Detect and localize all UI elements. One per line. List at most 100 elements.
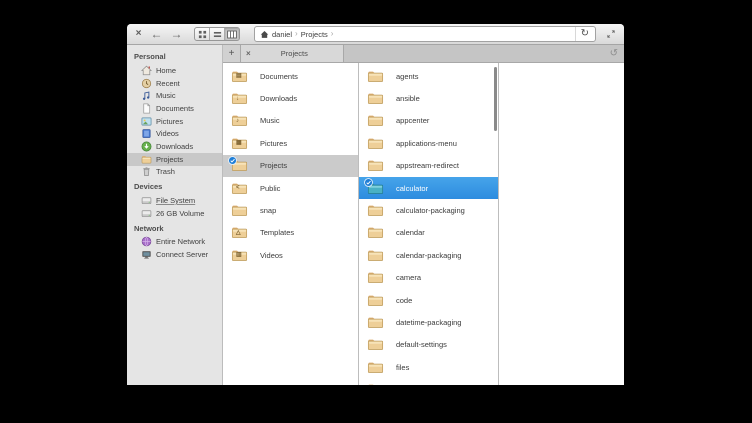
file-row-applications-menu[interactable]: applications-menu bbox=[359, 132, 498, 154]
breadcrumb[interactable]: daniel›Projects› ↻ bbox=[254, 26, 596, 42]
sidebar-item-label: File System bbox=[156, 196, 195, 205]
file-row-calendar-packaging[interactable]: calendar-packaging bbox=[359, 244, 498, 266]
file-row-pictures[interactable]: ▦Pictures bbox=[223, 132, 358, 154]
back-button[interactable]: ← bbox=[148, 28, 165, 40]
folder-icon: ♪ bbox=[231, 114, 248, 127]
file-row-camera[interactable]: camera bbox=[359, 267, 498, 289]
sidebar-item-recent[interactable]: Recent bbox=[127, 77, 222, 90]
file-name: agents bbox=[396, 72, 419, 81]
folder-icon bbox=[367, 338, 384, 351]
file-row-datetime-packaging[interactable]: datetime-packaging bbox=[359, 311, 498, 333]
expand-window-button[interactable] bbox=[603, 29, 619, 39]
folder-icon bbox=[367, 361, 384, 374]
window-close-button[interactable]: × bbox=[132, 29, 145, 39]
column-view-button[interactable] bbox=[225, 28, 239, 40]
server-icon bbox=[140, 249, 152, 260]
file-row-music[interactable]: ♪ Music bbox=[223, 110, 358, 132]
file-row-default-settings[interactable]: default-settings bbox=[359, 334, 498, 356]
recent-icon bbox=[140, 78, 152, 89]
sidebar-item-26-gb-volume[interactable]: 26 GB Volume bbox=[127, 207, 222, 220]
pictures-icon bbox=[140, 116, 152, 127]
file-manager-window: × ← → daniel›Projects› ↻ PersonalHomeRec… bbox=[127, 24, 624, 385]
file-name: calculator bbox=[396, 184, 428, 193]
file-name: calendar-packaging bbox=[396, 251, 461, 260]
sidebar-item-entire-network[interactable]: Entire Network bbox=[127, 236, 222, 249]
breadcrumb-crumbs: daniel›Projects› bbox=[260, 30, 333, 39]
folder-icon bbox=[367, 294, 384, 307]
document-icon bbox=[140, 103, 152, 114]
list-view-button[interactable] bbox=[210, 28, 225, 40]
desktop: { "toolbar": { "close_label": "×", "view… bbox=[0, 0, 752, 423]
grid-view-button[interactable] bbox=[195, 28, 210, 40]
empty-column bbox=[499, 63, 624, 385]
file-row-downloads[interactable]: ↓ Downloads bbox=[223, 87, 358, 109]
file-row-gala[interactable]: gala bbox=[359, 378, 498, 385]
file-row-public[interactable]: <Public bbox=[223, 177, 358, 199]
file-row-code[interactable]: code bbox=[359, 289, 498, 311]
folder-icon bbox=[367, 383, 384, 385]
breadcrumb-item-daniel[interactable]: daniel bbox=[260, 30, 292, 39]
file-name: Music bbox=[260, 116, 280, 125]
video-emblem-icon: ▥ bbox=[236, 252, 242, 258]
music-emblem-icon: ♪ bbox=[236, 118, 239, 124]
sidebar-item-connect-server[interactable]: Connect Server bbox=[127, 248, 222, 261]
sidebar-item-downloads[interactable]: Downloads bbox=[127, 140, 222, 153]
file-row-appstream-redirect[interactable]: appstream-redirect bbox=[359, 155, 498, 177]
forward-button[interactable]: → bbox=[168, 28, 185, 40]
videos-icon bbox=[140, 128, 152, 139]
selected-check-emblem bbox=[228, 156, 237, 165]
sidebar-item-music[interactable]: Music bbox=[127, 89, 222, 102]
list-view-icon bbox=[213, 30, 222, 39]
file-row-projects[interactable]: Projects bbox=[223, 155, 358, 177]
chevron-right-icon: › bbox=[331, 30, 334, 38]
file-row-videos[interactable]: ▥Videos bbox=[223, 244, 358, 266]
home-column: ▤Documents ↓ Downloads ♪ Music ▦PicturesProje… bbox=[223, 63, 359, 385]
file-row-templates[interactable]: △Templates bbox=[223, 222, 358, 244]
scrollbar[interactable] bbox=[494, 67, 497, 131]
file-name: Downloads bbox=[260, 94, 297, 103]
sidebar-item-documents[interactable]: Documents bbox=[127, 102, 222, 115]
file-row-agents[interactable]: agents bbox=[359, 65, 498, 87]
file-name: files bbox=[396, 363, 409, 372]
sidebar-item-projects[interactable]: Projects bbox=[127, 153, 222, 166]
tab-bar: + × Projects ↺ bbox=[223, 45, 624, 63]
folder-icon: ↓ bbox=[231, 92, 248, 105]
sidebar-item-label: Downloads bbox=[156, 142, 193, 151]
file-row-files[interactable]: files bbox=[359, 356, 498, 378]
file-row-appcenter[interactable]: appcenter bbox=[359, 110, 498, 132]
sidebar-item-videos[interactable]: Videos bbox=[127, 127, 222, 140]
sidebar-item-file-system[interactable]: File System bbox=[127, 194, 222, 207]
sidebar-item-home[interactable]: Home bbox=[127, 64, 222, 77]
sidebar-item-label: Entire Network bbox=[156, 237, 205, 246]
folder-icon bbox=[367, 70, 384, 83]
file-row-documents[interactable]: ▤Documents bbox=[223, 65, 358, 87]
file-row-calendar[interactable]: calendar bbox=[359, 222, 498, 244]
refresh-button[interactable]: ↻ bbox=[575, 27, 594, 41]
trash-icon bbox=[140, 166, 152, 177]
file-row-calculator-packaging[interactable]: calculator-packaging bbox=[359, 199, 498, 221]
file-row-calculator[interactable]: calculator bbox=[359, 177, 498, 199]
file-name: Public bbox=[260, 184, 280, 193]
sidebar-item-pictures[interactable]: Pictures bbox=[127, 115, 222, 128]
folder-icon: ▥ bbox=[231, 249, 248, 262]
folder-icon bbox=[367, 92, 384, 105]
download-emblem-icon: ↓ bbox=[236, 96, 239, 102]
breadcrumb-item-projects[interactable]: Projects bbox=[301, 30, 328, 39]
file-row-snap[interactable]: snap bbox=[223, 199, 358, 221]
restore-tabs-icon[interactable]: ↺ bbox=[610, 45, 624, 62]
downloads-icon bbox=[140, 141, 152, 152]
folder-icon bbox=[140, 154, 152, 165]
new-tab-button[interactable]: + bbox=[223, 45, 241, 62]
folder-icon: ▦ bbox=[231, 137, 248, 150]
sidebar-item-trash[interactable]: Trash bbox=[127, 166, 222, 179]
sidebar-section-personal: Personal bbox=[127, 48, 222, 64]
drive-icon bbox=[140, 208, 152, 219]
folder-icon bbox=[231, 204, 248, 217]
miller-columns: ▤Documents ↓ Downloads ♪ Music ▦PicturesProje… bbox=[223, 63, 624, 385]
sidebar-item-label: Recent bbox=[156, 79, 180, 88]
network-icon bbox=[140, 236, 152, 247]
file-name: applications-menu bbox=[396, 139, 457, 148]
file-name: snap bbox=[260, 206, 276, 215]
file-row-ansible[interactable]: ansible bbox=[359, 87, 498, 109]
tab-projects[interactable]: × Projects bbox=[241, 45, 344, 62]
